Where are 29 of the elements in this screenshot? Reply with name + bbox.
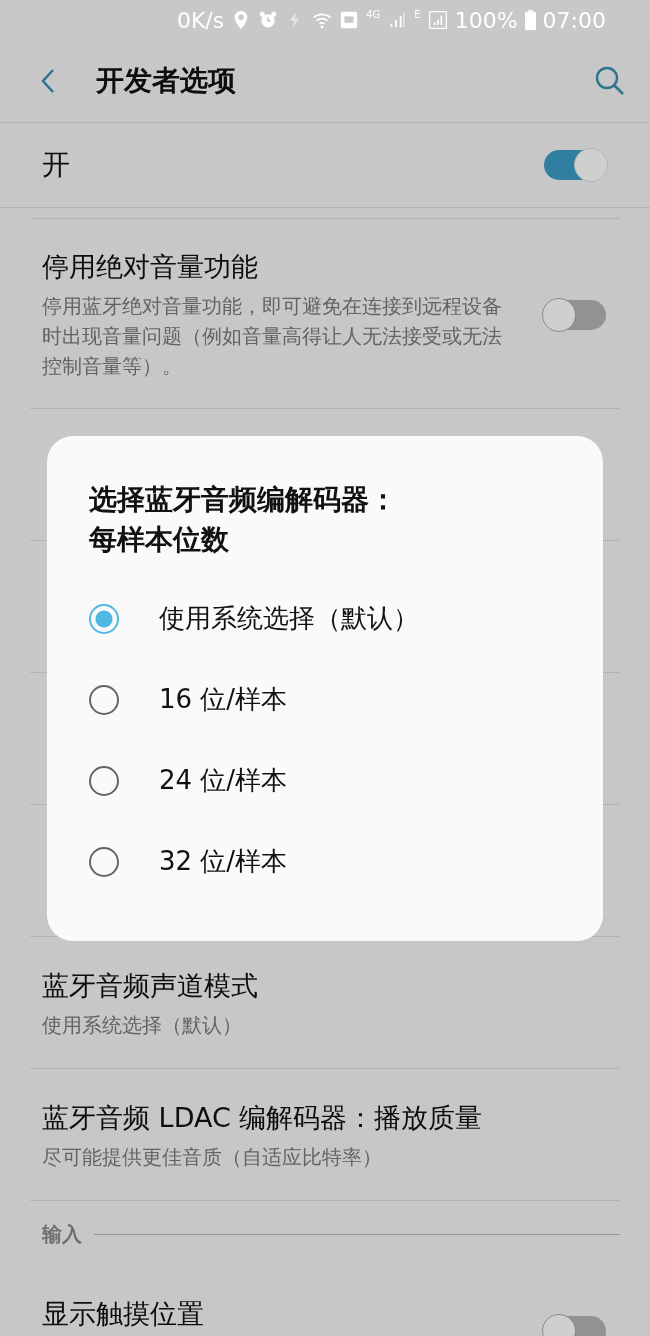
radio-option[interactable]: 16 位/样本 [89, 659, 563, 740]
option-label: 24 位/样本 [159, 764, 288, 797]
dialog-title: 选择蓝牙音频编解码器：每样本位数 [89, 482, 398, 558]
radio-option[interactable]: 24 位/样本 [89, 740, 563, 821]
section-header: 输入 [42, 1221, 82, 1248]
option-label: 使用系统选择（默认） [159, 602, 419, 635]
master-switch-label: 开 [42, 147, 70, 183]
search-icon[interactable] [594, 65, 626, 97]
option-label: 16 位/样本 [159, 683, 288, 716]
setting-title: 蓝牙音频声道模式 [42, 968, 259, 1003]
toggle-switch[interactable] [544, 150, 606, 180]
radio-button[interactable] [89, 846, 119, 877]
radio-button[interactable] [89, 684, 119, 715]
setting-title: 蓝牙音频 LDAC 编解码器：播放质量 [42, 1100, 484, 1135]
setting-title: 显示触摸位置 [42, 1297, 205, 1331]
setting-title: 停用绝对音量功能 [42, 249, 259, 284]
radio-button[interactable] [89, 765, 119, 796]
setting-value: 尽可能提供更佳音质（自适应比特率） [42, 1143, 383, 1171]
radio-option[interactable]: 32 位/样本 [89, 821, 563, 902]
battery-icon [524, 9, 536, 31]
signal-icon [427, 9, 448, 31]
message-icon [339, 9, 360, 31]
toggle-switch[interactable] [544, 299, 606, 330]
radio-option[interactable]: 使用系统选择（默认） [89, 578, 563, 659]
option-label: 32 位/样本 [159, 845, 288, 878]
setting-description: 停用蓝牙绝对音量功能，即可避免在连接到远程设备时出现音量问题（例如音量高得让人无法接受或无法控制音量等）。 [42, 292, 503, 380]
radio-button[interactable] [89, 603, 119, 634]
page-title: 开发者选项 [96, 63, 237, 99]
setting-value: 使用系统选择（默认） [42, 1011, 243, 1039]
